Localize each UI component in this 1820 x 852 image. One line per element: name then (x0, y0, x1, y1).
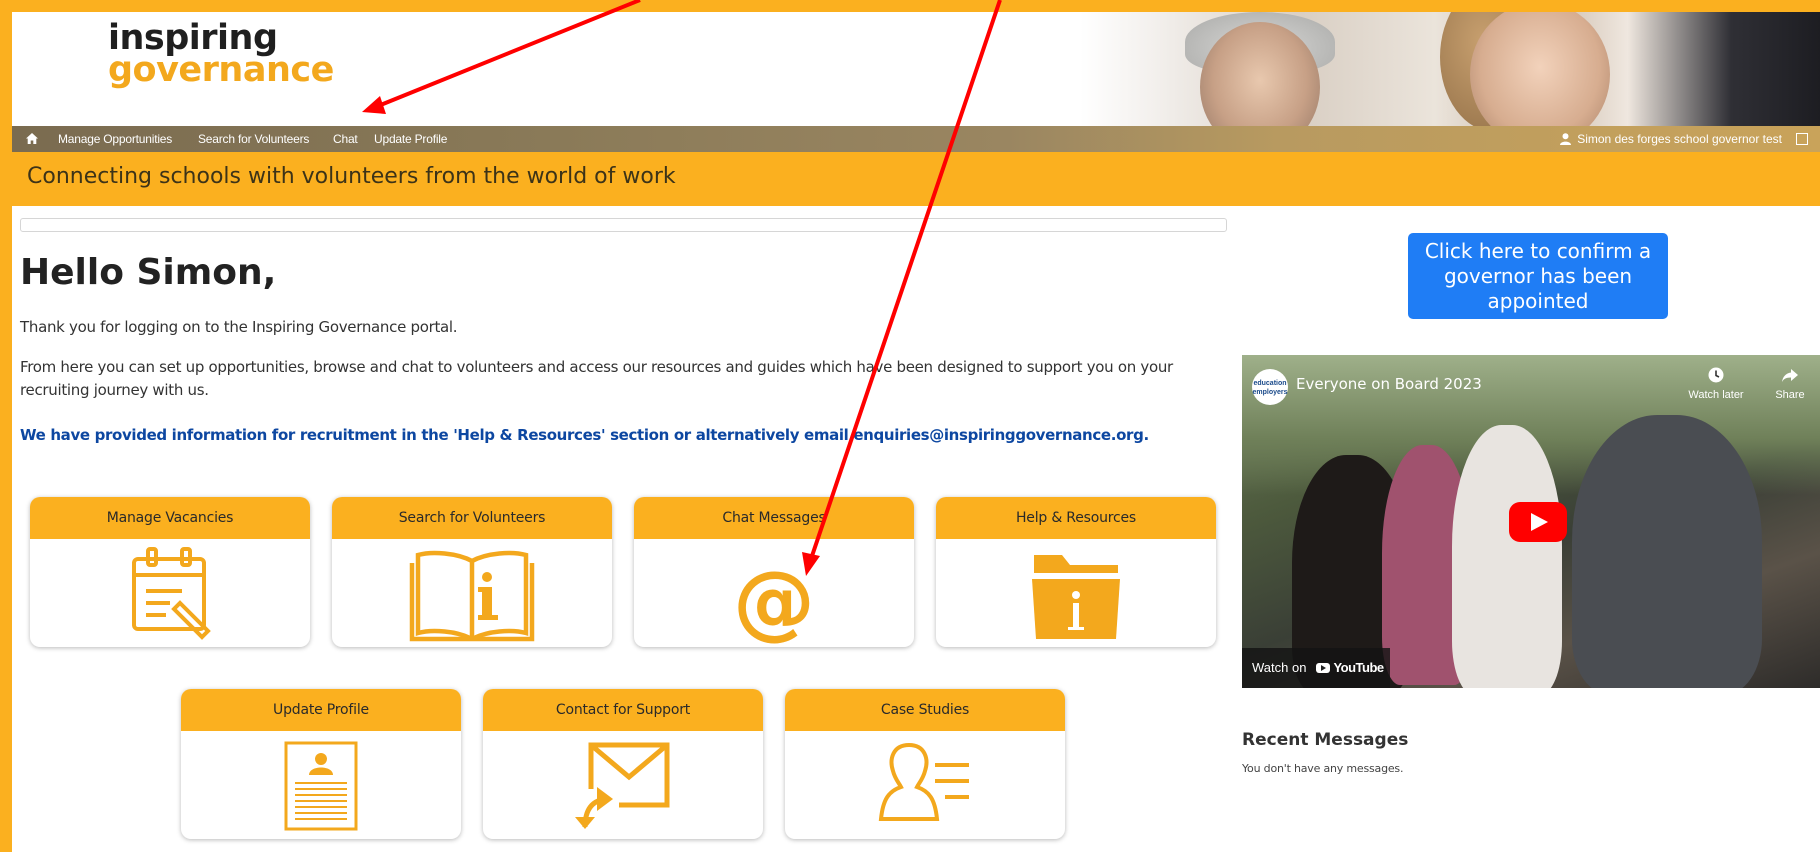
svg-text:@: @ (733, 554, 815, 647)
tile-label: Manage Vacancies (30, 497, 310, 539)
clock-icon (1708, 367, 1724, 383)
user-name: Simon des forges school governor test (1577, 132, 1782, 146)
tile-label: Contact for Support (483, 689, 763, 731)
tile-help-resources[interactable]: Help & Resources (936, 497, 1216, 647)
intro-text: Thank you for logging on to the Inspirin… (20, 318, 458, 336)
video-title[interactable]: Everyone on Board 2023 (1296, 375, 1482, 393)
play-button[interactable] (1509, 502, 1567, 542)
tile-update-profile[interactable]: Update Profile (181, 689, 461, 839)
at-sign-icon: @ (733, 554, 815, 647)
share-label: Share (1775, 389, 1805, 401)
envelope-reply-icon (575, 742, 670, 829)
watch-later-button[interactable]: Watch later (1686, 367, 1746, 401)
user-icon (1560, 133, 1572, 145)
progress-bar (20, 218, 1227, 232)
person-list-icon (878, 742, 969, 821)
nav-manage-opportunities[interactable]: Manage Opportunities (58, 126, 172, 152)
tagline-banner: Connecting schools with volunteers from … (12, 152, 1820, 206)
youtube-icon (1316, 663, 1331, 673)
tile-search-volunteers[interactable]: Search for Volunteers (332, 497, 612, 647)
channel-avatar[interactable]: education employers (1252, 369, 1288, 405)
photo-woman-face (1470, 12, 1610, 126)
nav-update-profile[interactable]: Update Profile (374, 126, 447, 152)
calendar-edit-icon (132, 547, 211, 640)
nav-search-volunteers[interactable]: Search for Volunteers (198, 126, 309, 152)
share-icon (1782, 369, 1798, 382)
main-nav: Manage Opportunities Search for Voluntee… (12, 126, 1820, 152)
home-icon[interactable] (26, 133, 38, 144)
video-player[interactable]: education employers Everyone on Board 20… (1242, 355, 1820, 688)
tile-chat-messages[interactable]: Chat Messages @ (634, 497, 914, 647)
tagline-text: Connecting schools with volunteers from … (27, 164, 676, 189)
confirm-governor-button[interactable]: Click here to confirm a governor has bee… (1408, 233, 1668, 319)
body-text: From here you can set up opportunities, … (20, 358, 1173, 399)
video-person (1452, 425, 1562, 688)
video-person (1572, 415, 1762, 688)
youtube-wordmark: YouTube (1333, 660, 1384, 675)
tile-label: Case Studies (785, 689, 1065, 731)
recent-messages-heading: Recent Messages (1242, 730, 1409, 750)
folder-info-icon (1032, 555, 1120, 639)
watch-on-youtube-button[interactable]: Watch on YouTube (1242, 648, 1390, 688)
site-header: inspiring governance (12, 12, 1820, 126)
share-button[interactable]: Share (1760, 367, 1820, 401)
tile-case-studies[interactable]: Case Studies (785, 689, 1065, 839)
tile-label: Help & Resources (936, 497, 1216, 539)
logo-line-2: governance (108, 50, 334, 91)
nav-chat[interactable]: Chat (333, 126, 358, 152)
tile-label: Update Profile (181, 689, 461, 731)
watch-on-label: Watch on (1252, 660, 1307, 675)
book-info-icon (409, 550, 535, 642)
tile-label: Chat Messages (634, 497, 914, 539)
header-photo (1080, 12, 1820, 126)
tile-label: Search for Volunteers (332, 497, 612, 539)
watch-later-label: Watch later (1688, 389, 1744, 401)
site-logo[interactable]: inspiring governance (108, 20, 334, 91)
recent-messages-empty: You don't have any messages. (1242, 762, 1404, 775)
user-menu[interactable]: Simon des forges school governor test (1560, 126, 1808, 152)
tile-contact-support[interactable]: Contact for Support (483, 689, 763, 839)
logout-icon[interactable] (1796, 133, 1808, 145)
tile-manage-vacancies[interactable]: Manage Vacancies (30, 497, 310, 647)
greeting-heading: Hello Simon, (20, 252, 277, 293)
recruitment-notice[interactable]: We have provided information for recruit… (20, 426, 1149, 444)
profile-document-icon (284, 741, 358, 831)
